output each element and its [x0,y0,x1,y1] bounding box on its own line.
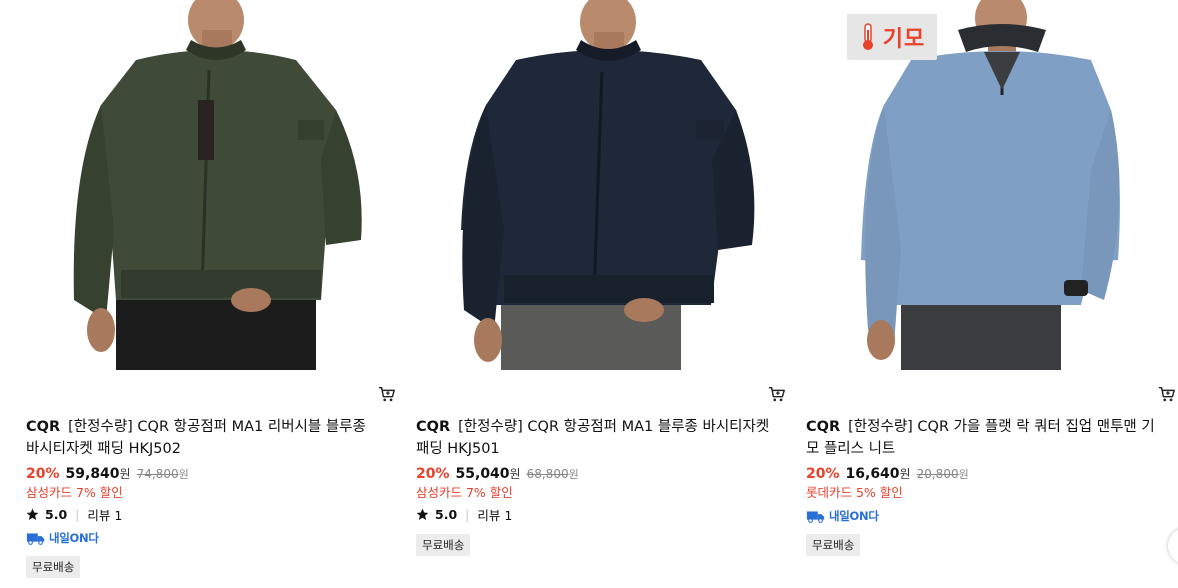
original-price-unit: 원 [958,468,969,481]
sale-price: 16,640 [845,466,900,482]
product-title[interactable]: CQR [한정수량] CQR 가을 플랫 락 쿼터 집업 맨투맨 기모 플리스 니… [806,416,1161,460]
price-unit: 원 [899,467,911,481]
tomorrow-delivery-badge: 내일ON다 [806,508,879,524]
discount-rate: 20% [806,466,840,482]
product-name: [한정수량] CQR 항공점퍼 MA1 블루종 바시티자켓 패딩 HKJ501 [416,419,770,457]
product-image[interactable] [26,0,396,370]
rating-score: 5.0 [45,507,68,522]
original-price-unit: 원 [178,468,189,481]
price-unit: 원 [509,467,521,481]
review-count: 리뷰 1 [87,508,123,523]
product-card[interactable]: CQR [한정수량] CQR 항공점퍼 MA1 블루종 바시티자켓 패딩 HKJ5… [416,0,786,588]
product-card[interactable]: 기모 CQR [한정수량] CQR 가을 플랫 락 쿼터 집업 맨투맨 기모 플리… [806,0,1176,588]
price-unit: 원 [119,467,131,481]
product-card[interactable]: CQR [한정수량] CQR 항공점퍼 MA1 리버시블 블루종 바시티자켓 패딩… [26,0,396,588]
tomorrow-delivery-badge: 내일ON다 [26,530,99,546]
divider: | [75,507,80,522]
rating-score: 5.0 [435,507,458,522]
fleece-badge-text: 기모 [882,27,926,52]
star-icon [416,508,429,521]
rating-row: 5.0 | 리뷰 1 [26,505,122,524]
original-price: 20,800 [916,467,959,481]
delivery-truck-icon [806,511,825,523]
product-grid: CQR [한정수량] CQR 항공점퍼 MA1 리버시블 블루종 바시티자켓 패딩… [0,0,1178,588]
free-shipping-badge: 무료배송 [806,534,861,556]
original-price-unit: 원 [568,468,579,481]
discount-rate: 20% [416,466,450,482]
free-shipping-badge: 무료배송 [26,556,81,578]
card-discount: 삼성카드 7% 할인 [416,485,513,500]
sale-price: 59,840 [65,466,120,482]
tomorrow-delivery-text: 내일ON다 [829,509,879,523]
original-price: 74,800 [136,467,179,481]
price-row: 20% 55,040원 68,800원 [416,463,579,482]
cart-icon[interactable] [1158,385,1176,403]
divider: | [465,507,470,522]
brand-name: CQR [26,419,61,435]
tomorrow-delivery-text: 내일ON다 [49,531,99,545]
brand-name: CQR [416,419,451,435]
cart-icon[interactable] [378,385,396,403]
product-name: [한정수량] CQR 항공점퍼 MA1 리버시블 블루종 바시티자켓 패딩 HK… [26,419,366,457]
card-discount: 삼성카드 7% 할인 [26,485,123,500]
price-row: 20% 59,840원 74,800원 [26,463,189,482]
original-price: 68,800 [526,467,569,481]
product-title[interactable]: CQR [한정수량] CQR 항공점퍼 MA1 블루종 바시티자켓 패딩 HKJ5… [416,416,771,460]
card-discount: 롯데카드 5% 할인 [806,485,903,500]
star-icon [26,508,39,521]
price-row: 20% 16,640원 20,800원 [806,463,969,482]
brand-name: CQR [806,419,841,435]
free-shipping-badge: 무료배송 [416,534,471,556]
discount-rate: 20% [26,466,60,482]
fleece-badge: 기모 [847,14,937,60]
delivery-truck-icon [26,533,45,545]
cart-icon[interactable] [768,385,786,403]
rating-row: 5.0 | 리뷰 1 [416,505,512,524]
product-title[interactable]: CQR [한정수량] CQR 항공점퍼 MA1 리버시블 블루종 바시티자켓 패딩… [26,416,381,460]
thermometer-icon [862,23,873,50]
sale-price: 55,040 [455,466,510,482]
review-count: 리뷰 1 [477,508,513,523]
product-image[interactable] [416,0,786,370]
product-name: [한정수량] CQR 가을 플랫 락 쿼터 집업 맨투맨 기모 플리스 니트 [806,419,1155,457]
